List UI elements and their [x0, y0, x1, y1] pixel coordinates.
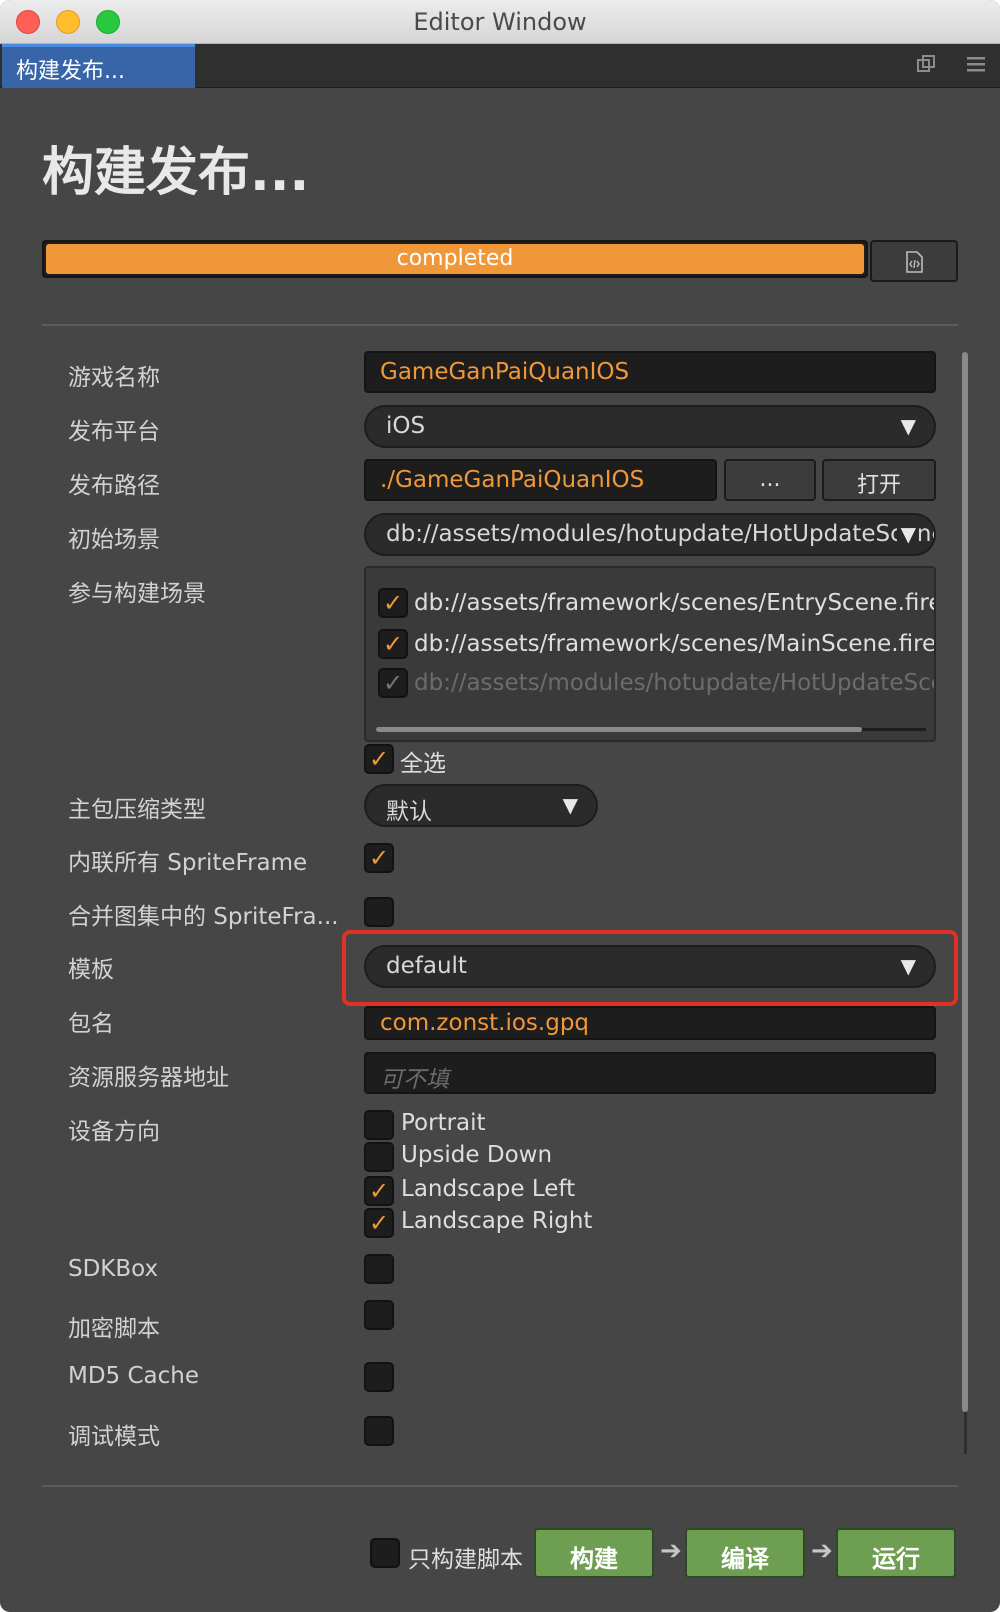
checkmark-icon: ✓	[368, 1177, 390, 1205]
sdkbox-checkbox[interactable]	[364, 1254, 394, 1284]
hamburger-menu-icon[interactable]	[966, 54, 986, 79]
scene-list-scrollbar[interactable]	[376, 727, 862, 732]
checkmark-icon: ✓	[368, 844, 390, 872]
platform-value: iOS	[386, 413, 426, 439]
file-code-icon	[904, 251, 924, 278]
dropdown-arrow-icon: ▼	[900, 414, 916, 438]
panel-tab-strip: 构建发布...	[0, 44, 1000, 88]
checkmark-icon: ✓	[368, 745, 390, 773]
scene-checkbox[interactable]: ✓	[378, 588, 408, 618]
orientation-option-label: Landscape Right	[401, 1208, 593, 1234]
arrow-right-icon: ➔	[660, 1536, 682, 1566]
compression-select[interactable]: 默认 ▼	[364, 784, 598, 827]
checkmark-icon: ✓	[382, 630, 404, 658]
encrypt-js-label: 加密脚本	[68, 1316, 160, 1342]
scene-path: db://assets/framework/scenes/MainScene.f…	[414, 631, 936, 657]
debug-mode-label: 调试模式	[68, 1424, 160, 1450]
script-only-checkbox[interactable]	[370, 1538, 400, 1568]
merge-spriteframe-label: 合并图集中的 SpriteFra...	[68, 904, 339, 930]
form-scrollbar[interactable]	[962, 352, 968, 1412]
orientation-label: 设备方向	[68, 1119, 160, 1145]
checkmark-icon: ✓	[368, 1209, 390, 1237]
open-log-button[interactable]	[870, 240, 958, 282]
compression-value: 默认	[386, 799, 432, 825]
scene-checkbox-disabled: ✓	[378, 668, 408, 698]
scene-path: db://assets/modules/hotupdate/HotUpdateS…	[414, 670, 934, 696]
resource-server-label: 资源服务器地址	[68, 1065, 229, 1091]
arrow-right-icon: ➔	[811, 1536, 833, 1566]
inline-spriteframe-label: 内联所有 SpriteFrame	[68, 850, 308, 876]
open-path-button[interactable]: 打开	[822, 459, 936, 501]
compile-button[interactable]: 编译	[685, 1528, 805, 1578]
window-title: Editor Window	[413, 8, 587, 36]
progress-label: completed	[396, 246, 514, 271]
scene-path: db://assets/framework/scenes/EntryScene.…	[414, 590, 936, 616]
package-name-input[interactable]: com.zonst.ios.gpq	[364, 1006, 936, 1040]
dropdown-arrow-icon: ▼	[562, 793, 578, 817]
start-scene-select[interactable]: db://assets/modules/hotupdate/HotUpdateS…	[364, 513, 936, 556]
browse-path-button[interactable]: ...	[724, 459, 816, 501]
tab-build[interactable]: 构建发布...	[2, 44, 195, 88]
game-name-input[interactable]: GameGanPaiQuanIOS	[364, 351, 936, 393]
sdkbox-label: SDKBox	[68, 1256, 159, 1282]
start-scene-label: 初始场景	[68, 527, 160, 553]
divider-bottom	[42, 1485, 958, 1487]
orientation-option-label: Upside Down	[401, 1142, 553, 1168]
page-title: 构建发布...	[42, 143, 310, 203]
debug-mode-checkbox[interactable]	[364, 1416, 394, 1446]
game-name-label: 游戏名称	[68, 365, 160, 391]
build-button[interactable]: 构建	[534, 1528, 654, 1578]
highlight-box	[342, 930, 958, 1006]
merge-spriteframe-checkbox[interactable]	[364, 897, 394, 927]
script-only-label: 只构建脚本	[408, 1547, 523, 1573]
platform-select[interactable]: iOS ▼	[364, 405, 936, 448]
compression-label: 主包压缩类型	[68, 797, 206, 823]
resource-server-input[interactable]: 可不填	[364, 1052, 936, 1094]
inline-spriteframe-checkbox[interactable]: ✓	[364, 843, 394, 873]
checkmark-icon: ✓	[382, 669, 404, 697]
build-progress-bar: completed	[42, 240, 868, 278]
build-path-label: 发布路径	[68, 473, 160, 499]
window-titlebar: Editor Window	[0, 0, 1000, 44]
encrypt-js-checkbox[interactable]	[364, 1300, 394, 1330]
orientation-checkbox[interactable]	[364, 1110, 394, 1140]
select-all-checkbox[interactable]: ✓	[364, 744, 394, 774]
orientation-option-label: Landscape Left	[401, 1176, 576, 1202]
editor-window: Editor Window 构建发布... 构建发布... completed …	[0, 0, 1000, 1612]
orientation-checkbox[interactable]	[364, 1142, 394, 1172]
md5-cache-checkbox[interactable]	[364, 1362, 394, 1392]
md5-cache-label: MD5 Cache	[68, 1363, 200, 1389]
build-scenes-list[interactable]: ✓ db://assets/framework/scenes/EntryScen…	[364, 566, 936, 742]
orientation-checkbox[interactable]: ✓	[364, 1176, 394, 1206]
build-scenes-label: 参与构建场景	[68, 581, 206, 607]
platform-label: 发布平台	[68, 419, 160, 445]
popout-window-icon[interactable]	[916, 54, 936, 79]
dropdown-arrow-icon: ▼	[896, 522, 916, 546]
orientation-checkbox[interactable]: ✓	[364, 1208, 394, 1238]
template-label: 模板	[68, 957, 114, 983]
divider-top	[42, 324, 958, 326]
orientation-option-label: Portrait	[401, 1110, 486, 1136]
package-name-label: 包名	[68, 1011, 114, 1037]
select-all-label: 全选	[400, 751, 446, 777]
start-scene-value: db://assets/modules/hotupdate/HotUpdateS…	[386, 521, 936, 547]
scene-checkbox[interactable]: ✓	[378, 629, 408, 659]
checkmark-icon: ✓	[382, 589, 404, 617]
build-path-input[interactable]: ./GameGanPaiQuanIOS	[364, 459, 717, 501]
run-button[interactable]: 运行	[836, 1528, 956, 1578]
